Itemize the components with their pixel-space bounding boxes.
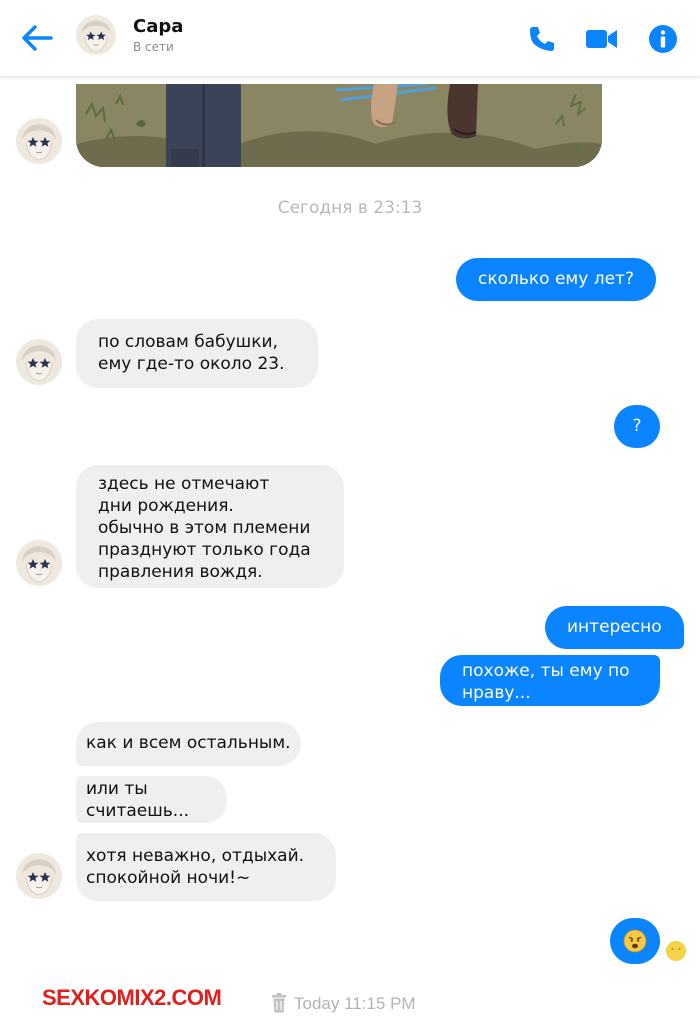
- seen-indicator-icon: [666, 941, 686, 961]
- shared-image[interactable]: [76, 84, 602, 167]
- info-button[interactable]: [648, 24, 678, 54]
- video-call-button[interactable]: [585, 26, 619, 52]
- back-arrow-icon: [22, 25, 53, 51]
- contact-avatar-small[interactable]: [16, 540, 62, 586]
- contact-avatar-small[interactable]: [16, 339, 62, 385]
- avatar: [16, 540, 62, 586]
- contact-avatar[interactable]: [76, 15, 116, 59]
- incoming-message[interactable]: здесь не отмечают дни рождения. обычно в…: [76, 465, 344, 588]
- watermark-part: KOMIX2.COM: [84, 985, 222, 1010]
- call-button[interactable]: [527, 24, 557, 54]
- outgoing-message[interactable]: интересно: [545, 606, 684, 649]
- chat-header: Сара В сети: [0, 0, 700, 76]
- incoming-message[interactable]: хотя неважно, отдыхай. спокойной ночи!~: [76, 833, 336, 901]
- watermark-part: SEX: [42, 985, 85, 1010]
- back-button[interactable]: [20, 22, 54, 54]
- video-camera-icon: [586, 30, 617, 48]
- phone-icon: [530, 27, 554, 51]
- contact-avatar-small[interactable]: [16, 118, 62, 164]
- contact-status: В сети: [133, 40, 174, 54]
- avatar: [16, 853, 62, 899]
- sad-face-emoji-icon: [623, 929, 647, 953]
- outgoing-emoji-message[interactable]: [610, 918, 660, 964]
- timestamp-separator: Сегодня в 23:13: [277, 198, 423, 218]
- outgoing-message[interactable]: сколько ему лет?: [456, 258, 656, 301]
- avatar: [16, 339, 62, 385]
- site-watermark: SEXKOMIX2.COM: [42, 985, 222, 1011]
- avatar: [16, 118, 62, 164]
- incoming-message[interactable]: по словам бабушки, ему где-то около 23.: [76, 319, 318, 388]
- avatar: [76, 15, 116, 55]
- trash-icon: [272, 993, 286, 1013]
- contact-avatar-small[interactable]: [16, 853, 62, 899]
- footer-timestamp: Today 11:15 PM: [294, 994, 416, 1013]
- incoming-message[interactable]: или ты считаешь...: [76, 776, 227, 823]
- contact-name[interactable]: Сара: [133, 16, 183, 37]
- incoming-message[interactable]: как и всем остальным.: [76, 722, 301, 766]
- chat-screen: Сара В сети Сегодня в 23:13 сколько ему …: [0, 0, 700, 1036]
- comic-panel-image: [76, 84, 602, 167]
- outgoing-message[interactable]: ?: [614, 405, 660, 448]
- outgoing-message[interactable]: похоже, ты ему по нраву...: [440, 655, 660, 706]
- info-icon: [649, 25, 677, 53]
